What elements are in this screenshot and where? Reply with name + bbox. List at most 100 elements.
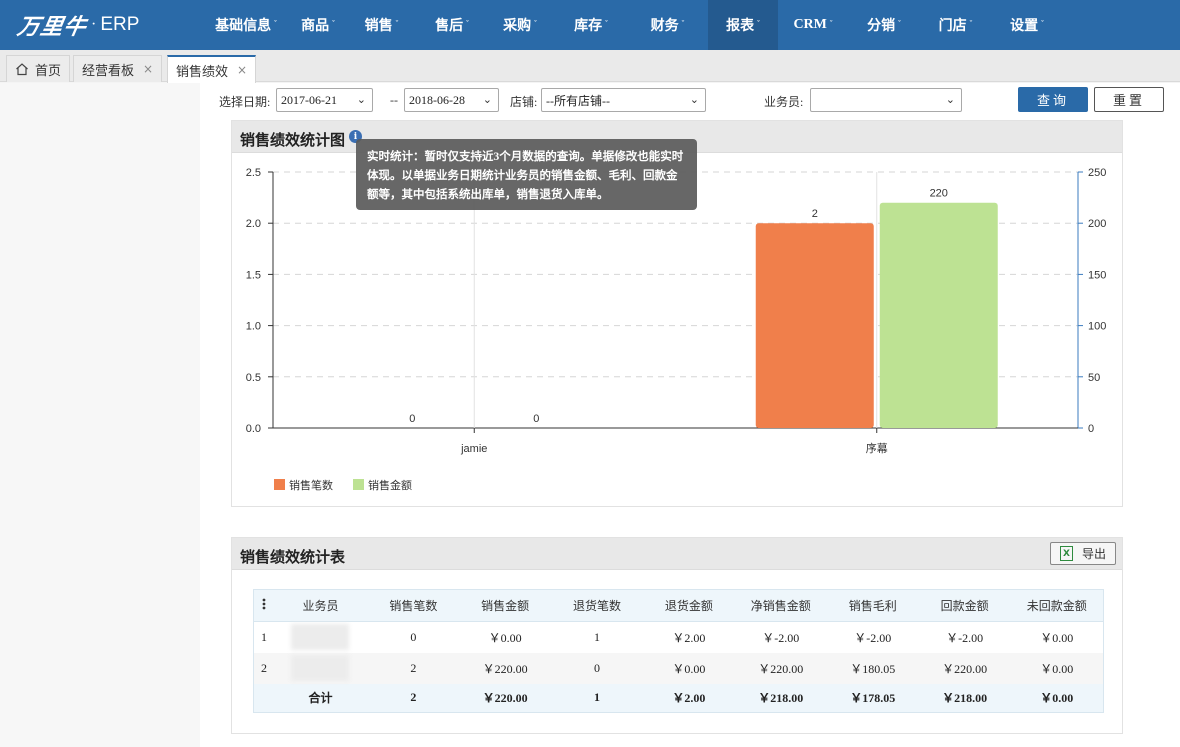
- date-to-select[interactable]: 2018-06-28 ⌄: [404, 88, 499, 112]
- menu-label: 分销: [867, 19, 896, 34]
- chevron-down-icon: ˇ: [274, 18, 277, 28]
- menu-label: 采购: [503, 19, 532, 34]
- app-logo[interactable]: 万里牛 · ERP: [15, 8, 139, 42]
- left-axis-tick-label: 0.5: [246, 372, 261, 384]
- store-label: 店铺:: [510, 95, 538, 109]
- column-header[interactable]: 销售毛利: [826, 589, 919, 622]
- excel-icon: X: [1059, 546, 1073, 561]
- right-axis-tick-label: 0: [1088, 423, 1094, 435]
- table-row[interactable]: 2 2 ￥220.00 0 ￥0.00 ￥220.00 ￥180.05 ￥220…: [253, 652, 1104, 684]
- menu-label: 商品: [301, 19, 330, 34]
- menu-item-inventory[interactable]: 库存 ˇ: [555, 0, 627, 50]
- chevron-down-icon: ⌄: [482, 93, 492, 106]
- menu-label: 财务: [650, 19, 679, 34]
- table-cell: ￥0.00: [642, 652, 735, 684]
- close-icon[interactable]: ×: [237, 63, 247, 77]
- right-axis-tick-label: 150: [1088, 269, 1106, 281]
- query-button[interactable]: 查询: [1018, 87, 1088, 112]
- salesman-cell: [273, 652, 368, 684]
- left-axis-tick-label: 1.5: [246, 269, 261, 281]
- tab-business-dashboard[interactable]: 经营看板 ×: [73, 55, 163, 82]
- right-axis-tick-label: 50: [1088, 372, 1100, 384]
- redacted-name: [291, 655, 350, 681]
- menu-item-products[interactable]: 商品 ˇ: [292, 0, 344, 50]
- menu-item-crm[interactable]: CRM ˇ: [778, 0, 848, 50]
- column-header[interactable]: 销售笔数: [367, 589, 460, 622]
- reset-button[interactable]: 重置: [1094, 87, 1164, 112]
- table-cell: ￥-2.00: [826, 621, 919, 653]
- table-row[interactable]: 1 0 ￥0.00 1 ￥2.00 ￥-2.00 ￥-2.00 ￥-2.00 ￥…: [253, 621, 1104, 653]
- column-header[interactable]: 退货金额: [642, 589, 735, 622]
- menu-item-sales[interactable]: 销售 ˇ: [344, 0, 419, 50]
- export-button[interactable]: X 导出: [1050, 542, 1116, 565]
- tab-label: 经营看板: [82, 62, 135, 78]
- total-cell: 1: [551, 683, 643, 713]
- menu-item-purchase[interactable]: 采购 ˇ: [485, 0, 555, 50]
- bar-data-label: 2: [812, 208, 818, 220]
- salesman-select[interactable]: ⌄: [810, 88, 962, 112]
- left-axis-tick-label: 1.0: [246, 321, 261, 333]
- menu-label: CRM: [793, 17, 827, 32]
- column-header[interactable]: 净销售金额: [734, 589, 827, 622]
- bar-sales-amount: [879, 202, 998, 428]
- table-panel-title: 销售绩效统计表: [240, 550, 346, 566]
- column-header[interactable]: 销售金额: [459, 589, 552, 622]
- menu-item-finance[interactable]: 财务 ˇ: [627, 0, 708, 50]
- table-cell: ￥-2.00: [918, 621, 1011, 653]
- column-header[interactable]: 退货笔数: [551, 589, 643, 622]
- table-cell: 0: [367, 621, 460, 653]
- legend-swatch: [353, 479, 364, 490]
- sales-performance-table: 业务员 销售笔数 销售金额 退货笔数 退货金额 净销售金额 销售毛利 回款金额 …: [253, 589, 1104, 713]
- tab-label: 销售绩效: [176, 63, 229, 79]
- salesman-label: 业务员:: [764, 95, 804, 109]
- column-header[interactable]: 业务员: [273, 589, 368, 622]
- tab-home[interactable]: 首页: [6, 55, 71, 82]
- date-separator: --: [390, 93, 398, 107]
- chevron-down-icon: ˇ: [898, 18, 901, 28]
- right-axis-tick-label: 250: [1088, 167, 1106, 179]
- chevron-down-icon: ⌄: [356, 93, 366, 106]
- store-select[interactable]: --所有店铺-- ⌄: [541, 88, 706, 112]
- date-from-select[interactable]: 2017-06-21 ⌄: [276, 88, 373, 112]
- chevron-down-icon: ˇ: [757, 18, 760, 28]
- close-icon[interactable]: ×: [143, 62, 153, 76]
- menu-item-stores[interactable]: 门店 ˇ: [920, 0, 991, 50]
- menu-label: 报表: [726, 19, 755, 34]
- table-cell: ￥0.00: [1010, 652, 1104, 684]
- menu-item-reports[interactable]: 报表 ˇ: [708, 0, 778, 50]
- menu-item-after-sales[interactable]: 售后 ˇ: [419, 0, 485, 50]
- total-label: 合计: [273, 683, 368, 713]
- store-value: --所有店铺--: [546, 93, 610, 108]
- tab-sales-performance[interactable]: 销售绩效 ×: [167, 55, 257, 83]
- table-cell: ￥2.00: [642, 621, 735, 653]
- export-label: 导出: [1081, 547, 1106, 561]
- menu-label: 售后: [435, 19, 464, 34]
- right-axis-tick-label: 100: [1088, 321, 1106, 333]
- table-cell: ￥220.00: [734, 652, 827, 684]
- chevron-down-icon: ⌄: [945, 93, 955, 106]
- table-cell: ￥220.00: [918, 652, 1011, 684]
- menu-item-distribution[interactable]: 分销 ˇ: [848, 0, 920, 50]
- table-total-row: 合计 2 ￥220.00 1 ￥2.00 ￥218.00 ￥178.05 ￥21…: [253, 683, 1104, 713]
- menu-label: 销售: [364, 19, 393, 34]
- column-options-icon[interactable]: [253, 589, 274, 622]
- column-header[interactable]: 回款金额: [918, 589, 1011, 622]
- chevron-down-icon: ˇ: [969, 18, 973, 28]
- menu-label: 库存: [574, 19, 603, 34]
- vertical-dots-icon: [262, 598, 266, 609]
- date-label: 选择日期:: [219, 95, 271, 109]
- row-index: [253, 683, 274, 713]
- bar-data-label: 220: [930, 188, 948, 200]
- table-cell: ￥0.00: [1010, 621, 1104, 653]
- bar-data-label: 0: [533, 413, 539, 425]
- chart-panel-title: 销售绩效统计图: [240, 133, 346, 149]
- column-header[interactable]: 未回款金额: [1010, 589, 1104, 622]
- legend-label: 销售金额: [368, 478, 412, 492]
- left-axis-tick-label: 2.5: [246, 167, 261, 179]
- table-cell: 1: [551, 621, 643, 653]
- left-axis-tick-label: 2.0: [246, 218, 261, 230]
- menu-item-basic-info[interactable]: 基础信息 ˇ: [200, 0, 292, 50]
- table-cell: 0: [551, 652, 643, 684]
- x-axis-tick-label: 序幕: [866, 441, 888, 455]
- menu-item-settings[interactable]: 设置 ˇ: [991, 0, 1063, 50]
